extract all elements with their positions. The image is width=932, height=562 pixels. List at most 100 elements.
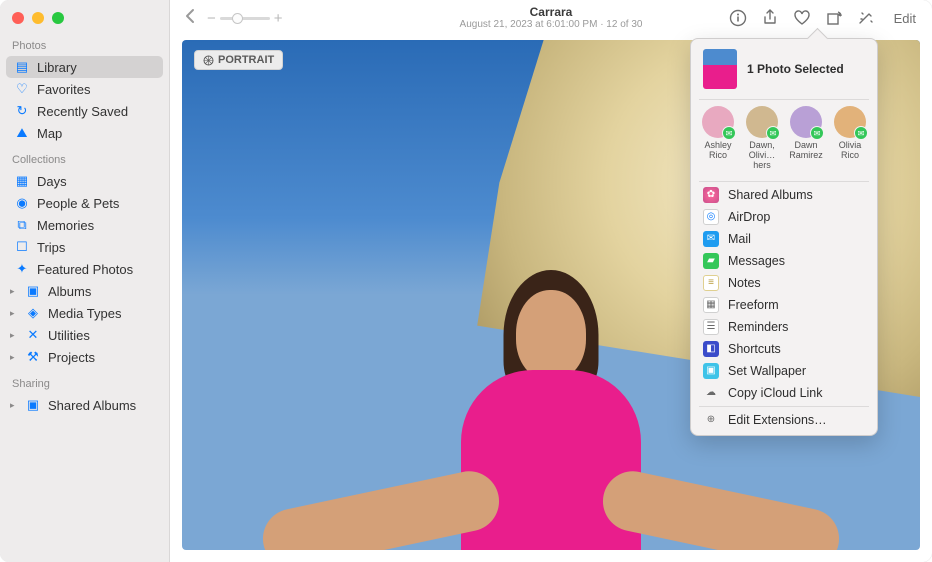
share-contact[interactable]: ✉ Dawn Ramirez — [787, 106, 825, 171]
minimize-window-button[interactable] — [32, 12, 44, 24]
avatar: ✉ — [746, 106, 778, 138]
sidebar-item-albums[interactable]: ▸ ▣ Albums — [6, 280, 163, 302]
contact-name: Dawn Ramirez — [787, 141, 825, 161]
share-item-label: Messages — [728, 254, 785, 268]
share-contact[interactable]: ✉ Ashley Rico — [699, 106, 737, 171]
sidebar-item-trips[interactable]: ☐ Trips — [6, 236, 163, 258]
share-mail[interactable]: ✉ Mail — [691, 228, 877, 250]
share-button[interactable] — [760, 8, 780, 28]
mail-icon: ✉ — [703, 231, 719, 247]
shared-album-icon: ▣ — [25, 397, 41, 413]
share-item-label: Mail — [728, 232, 751, 246]
share-item-label: Freeform — [728, 298, 779, 312]
sidebar-item-label: Memories — [37, 218, 94, 233]
avatar: ✉ — [702, 106, 734, 138]
avatar: ✉ — [834, 106, 866, 138]
sidebar-item-library[interactable]: ▤ Library — [6, 56, 163, 78]
sidebar-item-label: Recently Saved — [37, 104, 128, 119]
portrait-badge[interactable]: PORTRAIT — [194, 50, 283, 70]
rotate-button[interactable] — [824, 8, 844, 28]
badge-label: PORTRAIT — [218, 54, 274, 66]
fullscreen-window-button[interactable] — [52, 12, 64, 24]
share-airdrop[interactable]: ◎AirDrop — [691, 206, 877, 228]
share-contact[interactable]: ✉ Olivia Rico — [831, 106, 869, 171]
heart-icon: ♡ — [14, 81, 30, 97]
sidebar-item-favorites[interactable]: ♡ Favorites — [6, 78, 163, 100]
photo-subtitle: August 21, 2023 at 6:01:00 PM · 12 of 30 — [460, 19, 643, 31]
sidebar-item-days[interactable]: ▦ Days — [6, 170, 163, 192]
reminders-icon: ☰ — [703, 319, 719, 335]
media-icon: ◈ — [25, 305, 41, 321]
sidebar-item-shared-albums[interactable]: ▸ ▣ Shared Albums — [6, 394, 163, 416]
sidebar-item-label: Utilities — [48, 328, 90, 343]
sidebar-item-media-types[interactable]: ▸ ◈ Media Types — [6, 302, 163, 324]
sidebar-item-projects[interactable]: ▸ ⚒ Projects — [6, 346, 163, 368]
map-icon: ⛰ — [14, 125, 30, 141]
sidebar-item-label: Trips — [37, 240, 65, 255]
chevron-right-icon: ▸ — [10, 330, 20, 341]
zoom-in-icon[interactable]: + — [274, 10, 283, 27]
shortcuts-icon: ◧ — [703, 341, 719, 357]
wallpaper-icon: ▣ — [703, 363, 719, 379]
sidebar-item-map[interactable]: ⛰ Map — [6, 122, 163, 144]
zoom-slider[interactable]: − + — [207, 10, 283, 27]
notes-icon: ≡ — [703, 275, 719, 291]
messages-icon: ▰ — [703, 253, 719, 269]
edit-button[interactable]: Edit — [888, 9, 922, 28]
share-set-wallpaper[interactable]: ▣ Set Wallpaper — [691, 360, 877, 382]
sidebar-item-memories[interactable]: ⧉ Memories — [6, 214, 163, 236]
freeform-icon: ▦ — [703, 297, 719, 313]
sidebar-item-label: Map — [37, 126, 62, 141]
people-icon: ◉ — [14, 195, 30, 211]
photo-title: Carrara — [460, 5, 643, 19]
sidebar-item-label: Albums — [48, 284, 91, 299]
share-messages[interactable]: ▰ Messages — [691, 250, 877, 272]
sparkle-photo-icon: ✦ — [14, 261, 30, 277]
photo-stack-icon: ▤ — [14, 59, 30, 75]
share-contact[interactable]: ✉ Dawn, Olivi…hers — [743, 106, 781, 171]
main-content: − + Carrara August 21, 2023 at 6:01:00 P… — [170, 0, 932, 562]
section-collections-label: Collections — [0, 152, 169, 168]
sidebar-item-recently-saved[interactable]: ↻ Recently Saved — [6, 100, 163, 122]
back-button[interactable] — [180, 8, 199, 29]
sidebar-item-label: Media Types — [48, 306, 121, 321]
share-reminders[interactable]: ☰ Reminders — [691, 316, 877, 338]
sidebar-item-label: Library — [37, 60, 77, 75]
share-header-text: 1 Photo Selected — [747, 62, 844, 76]
share-item-label: Copy iCloud Link — [728, 386, 823, 400]
sidebar-item-label: People & Pets — [37, 196, 119, 211]
share-shared-albums[interactable]: ✿Shared Albums — [691, 184, 877, 206]
share-item-label: Shortcuts — [728, 342, 781, 356]
sidebar-item-label: Featured Photos — [37, 262, 133, 277]
share-edit-extensions[interactable]: ⊕Edit Extensions… — [691, 409, 877, 431]
aperture-icon — [203, 55, 214, 66]
share-item-label: Set Wallpaper — [728, 364, 806, 378]
sidebar-item-label: Favorites — [37, 82, 90, 97]
close-window-button[interactable] — [12, 12, 24, 24]
share-freeform[interactable]: ▦ Freeform — [691, 294, 877, 316]
chevron-right-icon: ▸ — [10, 400, 20, 411]
chevron-right-icon: ▸ — [10, 308, 20, 319]
album-icon: ▣ — [25, 283, 41, 299]
share-copy-icloud-link[interactable]: ☁ Copy iCloud Link — [691, 382, 877, 404]
hammer-icon: ⚒ — [25, 349, 41, 365]
share-shortcuts[interactable]: ◧ Shortcuts — [691, 338, 877, 360]
share-item-label: Reminders — [728, 320, 788, 334]
section-sharing-label: Sharing — [0, 376, 169, 392]
share-thumbnail — [703, 49, 737, 89]
auto-enhance-button[interactable] — [856, 8, 876, 28]
favorite-button[interactable] — [792, 8, 812, 28]
sidebar-item-featured-photos[interactable]: ✦ Featured Photos — [6, 258, 163, 280]
cloud-icon: ☁ — [703, 385, 719, 401]
avatar: ✉ — [790, 106, 822, 138]
share-notes[interactable]: ≡Notes — [691, 272, 877, 294]
info-button[interactable] — [728, 8, 748, 28]
sidebar-item-people-pets[interactable]: ◉ People & Pets — [6, 192, 163, 214]
sidebar-item-utilities[interactable]: ▸ ✕ Utilities — [6, 324, 163, 346]
zoom-out-icon[interactable]: − — [207, 10, 216, 27]
contact-name: Olivia Rico — [831, 141, 869, 161]
chevron-right-icon: ▸ — [10, 286, 20, 297]
sidebar-item-label: Days — [37, 174, 67, 189]
wrench-icon: ✕ — [25, 327, 41, 343]
share-item-label: Edit Extensions… — [728, 413, 827, 427]
